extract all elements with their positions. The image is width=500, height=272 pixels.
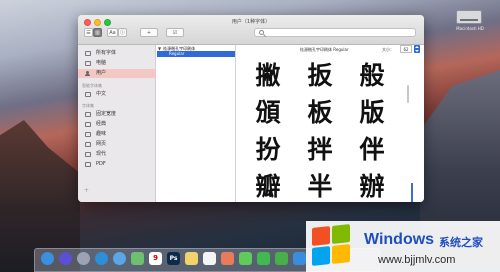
font-book-window: 用户（1种字体） ☰ ▥ Aa ⓘ + ☑ 所有字体 电脑 用户 智能字体集 中… <box>78 15 424 202</box>
siri-icon[interactable] <box>59 252 72 265</box>
collection-icon <box>85 162 91 167</box>
sidebar: 所有字体 电脑 用户 智能字体集 中文 字体集 固定宽度 经典 趣味 网页 现代… <box>78 45 156 202</box>
reminders-icon[interactable] <box>203 252 216 265</box>
size-label: 大小： <box>382 47 394 52</box>
collection-icon <box>85 122 91 127</box>
sidebar-item-computer[interactable]: 电脑 <box>78 59 156 68</box>
list-view-button[interactable]: ☰ <box>84 28 93 37</box>
sidebar-item-chinese[interactable]: 中文 <box>78 90 156 99</box>
facetime-icon[interactable] <box>257 252 270 265</box>
calendar-icon[interactable]: 9 <box>149 252 162 265</box>
mail-icon[interactable] <box>113 252 126 265</box>
watermark-brand: Windows <box>364 231 435 248</box>
glyph: 頒 <box>255 98 281 127</box>
sidebar-item-modern[interactable]: 现代 <box>78 150 156 159</box>
font-style-row[interactable]: Regular <box>157 51 235 57</box>
messages-icon[interactable] <box>239 252 252 265</box>
keynote-icon[interactable] <box>293 252 306 265</box>
glyph: 半 <box>307 172 333 201</box>
size-field[interactable]: 62 <box>400 45 412 53</box>
font-preview: 桂源楷孔宇印刷体 Regular 大小： 62 撇 扳 般 頒 板 版 扮 拌 … <box>236 45 424 202</box>
size-stepper[interactable] <box>414 45 420 53</box>
collection-icon <box>85 142 91 147</box>
window-title: 用户（1种字体） <box>231 19 271 25</box>
font-collection-icon <box>85 51 91 56</box>
sidebar-item-user[interactable]: 用户 <box>78 69 156 78</box>
collection-icon <box>85 132 91 137</box>
maps-icon[interactable] <box>131 252 144 265</box>
glyph: 伴 <box>359 135 385 164</box>
sidebar-item-pdf[interactable]: PDF <box>78 160 156 169</box>
size-slider[interactable] <box>411 183 413 202</box>
add-font-button[interactable]: + <box>140 28 158 37</box>
watermark-url: www.bjjmlv.com <box>378 254 456 266</box>
search-field[interactable] <box>254 28 416 37</box>
sample-button[interactable]: Aa <box>107 28 118 37</box>
disk-label: Macintosh HD <box>456 26 484 31</box>
preview-scrollbar[interactable] <box>407 85 409 103</box>
grid-view-button[interactable]: ▥ <box>93 28 102 37</box>
collection-icon <box>85 152 91 157</box>
safari-icon[interactable] <box>95 252 108 265</box>
sidebar-item-classic[interactable]: 经典 <box>78 120 156 129</box>
list-icon: ☰ <box>86 30 91 36</box>
sidebar-item-fixed-width[interactable]: 固定宽度 <box>78 110 156 119</box>
watermark: Windows 系统之家 www.bjjmlv.com <box>306 221 500 272</box>
info-button[interactable]: ⓘ <box>118 28 127 37</box>
photoshop-icon[interactable]: Ps <box>167 252 180 265</box>
preview-title: 桂源楷孔宇印刷体 Regular <box>300 47 349 52</box>
search-icon <box>259 30 264 35</box>
grid-icon: ▥ <box>95 30 100 36</box>
sidebar-header-collections: 字体集 <box>82 103 94 108</box>
finder-icon[interactable] <box>41 252 54 265</box>
hard-disk-icon[interactable]: Macintosh HD <box>452 4 488 31</box>
sidebar-item-all-fonts[interactable]: 所有字体 <box>78 49 156 58</box>
font-list: ▼ 桂源楷孔宇印刷体 Regular <box>156 45 236 202</box>
glyph: 辦 <box>359 172 385 201</box>
info-icon: ⓘ <box>119 30 125 36</box>
user-icon <box>85 71 91 76</box>
computer-icon <box>85 61 91 66</box>
glyph: 般 <box>359 61 385 90</box>
checkbox-icon: ☑ <box>172 30 178 36</box>
collection-icon <box>85 112 91 117</box>
glyph: 拌 <box>307 135 333 164</box>
glyph: 板 <box>307 98 333 127</box>
glyph: 撇 <box>255 61 281 90</box>
launchpad-icon[interactable] <box>77 252 90 265</box>
notes-icon[interactable] <box>185 252 198 265</box>
glyph: 扮 <box>255 135 281 164</box>
validate-button[interactable]: ☑ <box>166 28 184 37</box>
glyph: 扳 <box>307 61 333 90</box>
watermark-subtitle: 系统之家 <box>439 236 483 249</box>
add-collection-button[interactable]: + <box>84 187 89 194</box>
numbers-icon[interactable] <box>275 252 288 265</box>
glyph: 瓣 <box>255 172 281 201</box>
glyph: 版 <box>359 98 385 127</box>
sidebar-item-web[interactable]: 网页 <box>78 140 156 149</box>
plus-icon: + <box>146 30 152 36</box>
windows-logo <box>312 224 352 266</box>
titlebar: 用户（1种字体） ☰ ▥ Aa ⓘ + ☑ <box>78 15 424 45</box>
photos-icon[interactable] <box>221 252 234 265</box>
collection-icon <box>85 92 91 97</box>
sidebar-item-fun[interactable]: 趣味 <box>78 130 156 139</box>
sidebar-header-smart: 智能字体集 <box>82 83 102 88</box>
